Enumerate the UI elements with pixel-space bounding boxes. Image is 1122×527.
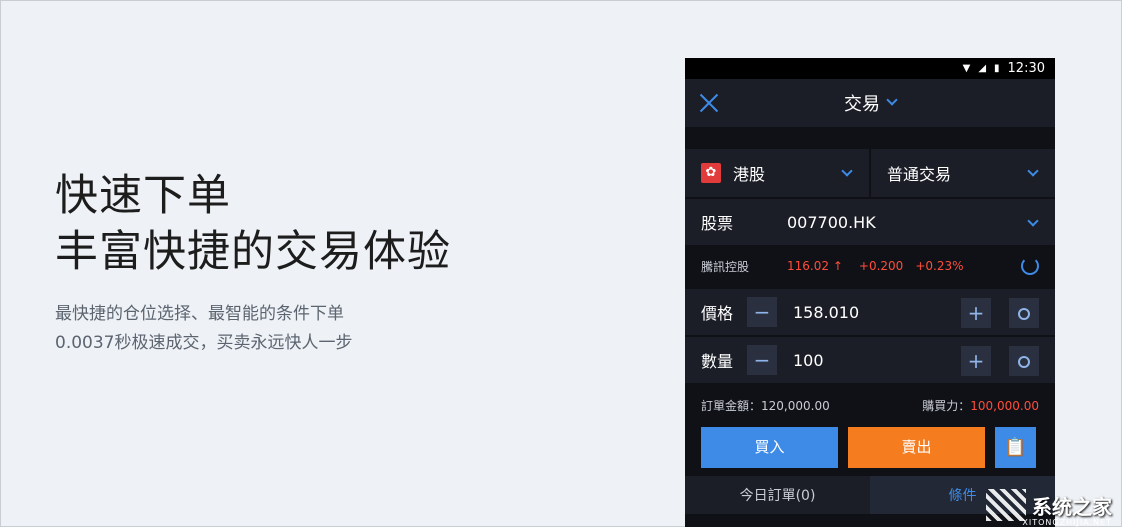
phone-screen: ▼ ◢ ▮ 12:30 交易 ✿ 港股 普通交易 股票 007700.HK 騰訊… [685,58,1055,527]
quantity-input[interactable]: 100 [793,351,824,370]
chevron-down-icon [1027,165,1039,177]
description-line-2: 0.0037秒极速成交，买卖永远快人一步 [55,333,353,353]
quote-change-pct: +0.23% [915,259,964,273]
watermark-url: XITONGZHIJIA.NET [1022,518,1112,527]
wifi-icon: ▼ [962,63,971,74]
quote-name: 騰訊控股 [701,259,750,274]
signal-icon: ◢ [978,63,987,74]
action-bar: 買入 賣出 📋 [685,427,1055,468]
price-minus-button[interactable]: − [747,297,777,327]
chevron-down-icon [886,94,898,106]
order-type-select[interactable]: 普通交易 [869,149,1055,197]
price-row: 價格 − 158.010 + [685,287,1055,335]
watermark-text: 系统之家 [1032,494,1112,519]
chevron-down-icon [1027,215,1039,227]
order-type-label: 普通交易 [887,165,952,184]
quantity-row: 數量 − 100 + [685,335,1055,383]
quote-row: 騰訊控股 116.02 ↑ +0.200 +0.23% [685,245,1055,287]
title-dropdown[interactable]: 交易 [844,90,898,116]
selector-row: ✿ 港股 普通交易 [685,149,1055,197]
hk-flag-icon: ✿ [701,163,721,183]
page-title: 交易 [844,94,880,115]
battery-icon: ▮ [994,63,1000,74]
buying-power: 購買力：100,000.00 [922,398,1039,413]
up-arrow-icon: ↑ [832,259,843,273]
buy-button[interactable]: 買入 [701,427,838,468]
quantity-plus-button[interactable]: + [961,346,991,376]
quote-change: +0.200 [858,259,904,273]
gauge-icon[interactable] [1009,346,1039,376]
hero: 快速下单 丰富快捷的交易体验 最快捷的仓位选择、最智能的条件下单 0.0037秒… [55,168,451,358]
sell-button[interactable]: 賣出 [848,427,985,468]
price-input[interactable]: 158.010 [793,303,859,322]
order-amount: 訂單金額：120,000.00 [701,398,830,413]
stock-code: 007700.HK [787,212,876,232]
hero-description: 最快捷的仓位选择、最智能的条件下单 0.0037秒极速成交，买卖永远快人一步 [55,300,451,358]
stock-label: 股票 [701,214,734,233]
price-plus-button[interactable]: + [961,298,991,328]
close-icon[interactable] [695,89,723,117]
description-line-1: 最快捷的仓位选择、最智能的条件下单 [55,304,344,324]
status-time: 12:30 [1007,61,1045,76]
headline: 快速下单 丰富快捷的交易体验 [55,168,451,280]
order-summary: 訂單金額：120,000.00 購買力：100,000.00 [685,383,1055,427]
headline-line-2: 丰富快捷的交易体验 [55,227,451,277]
trade-header: 交易 [685,79,1055,127]
status-bar: ▼ ◢ ▮ 12:30 [685,58,1055,79]
market-select[interactable]: ✿ 港股 [685,149,869,197]
quantity-minus-button[interactable]: − [747,345,777,375]
quote-price: 116.02 ↑ [787,259,843,273]
chevron-down-icon [841,165,853,177]
headline-line-1: 快速下单 [55,171,231,221]
tab-today-orders[interactable]: 今日訂單(0) [685,476,870,514]
target-icon[interactable] [1009,298,1039,328]
refresh-icon[interactable] [1021,257,1039,275]
watermark-logo-icon [986,489,1026,521]
price-label: 價格 [701,304,734,323]
quantity-label: 數量 [701,352,734,371]
clipboard-icon[interactable]: 📋 [995,427,1036,468]
market-label: 港股 [733,165,766,184]
stock-select[interactable]: 股票 007700.HK [685,197,1055,245]
watermark: 系统之家 XITONGZHIJIA.NET [986,489,1112,527]
